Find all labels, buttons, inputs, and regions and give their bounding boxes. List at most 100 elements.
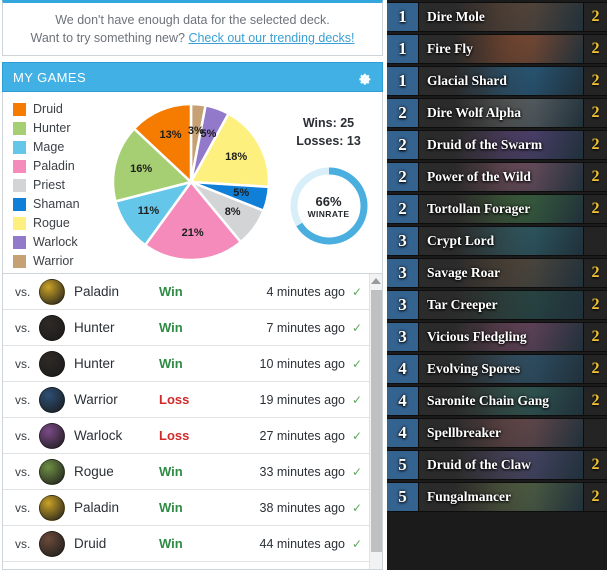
legend-item-warrior[interactable]: Warrior [13,252,107,270]
card-mana-cost: 2 [387,131,419,159]
card-mana-cost-value: 2 [398,167,407,186]
card-name-label: Tortollan Forager [427,201,531,216]
card-quantity: 2 [583,195,607,223]
game-row[interactable]: vs. Paladin Win 4 minutes ago ✓ [3,274,369,310]
card-mana-cost-value: 1 [398,71,407,90]
card-quantity-value: 2 [591,72,600,89]
card-mana-cost: 3 [387,323,419,351]
card-name-label: Fungalmancer [427,489,511,504]
deck-card-row[interactable]: 1 Glacial Shard 2 [387,66,607,96]
legend-item-druid[interactable]: Druid [13,100,107,118]
game-timestamp: 38 minutes ago [259,500,345,515]
deck-card-row[interactable]: 4 Evolving Spores 2 [387,354,607,384]
card-name-label: Glacial Shard [427,73,507,88]
legend-item-label: Paladin [33,159,75,173]
vs-label: vs. [15,464,31,479]
deck-card-row[interactable]: 5 Fungalmancer 2 [387,482,607,512]
deck-card-row[interactable]: 2 Druid of the Swarm 2 [387,130,607,160]
deck-card-row[interactable]: 1 Fire Fly 2 [387,34,607,64]
card-mana-cost: 2 [387,99,419,127]
deck-card-row[interactable]: 5 Druid of the Claw 2 [387,450,607,480]
deck-card-row[interactable]: 2 Power of the Wild 2 [387,162,607,192]
app-root: We don't have enough data for the select… [0,0,607,570]
deck-card-row[interactable]: 3 Tar Creeper 2 [387,290,607,320]
deck-card-row[interactable]: 3 Savage Roar 2 [387,258,607,288]
scrollbar-thumb[interactable] [371,290,382,552]
card-mana-cost: 5 [387,451,419,479]
card-mana-cost: 3 [387,291,419,319]
deck-card-row[interactable]: 4 Saronite Chain Gang 2 [387,386,607,416]
opponent-class-label: Paladin [74,500,120,515]
losses-label: Losses: 13 [296,134,361,148]
card-name-label: Tar Creeper [427,297,498,312]
card-name-label: Dire Mole [427,9,485,24]
scroll-up-arrow-icon[interactable] [371,278,381,284]
deck-card-row[interactable]: 2 Dire Wolf Alpha 2 [387,98,607,128]
card-quantity: 2 [583,355,607,383]
card-mana-cost: 2 [387,195,419,223]
card-quantity-value: 2 [591,456,600,473]
vs-label: vs. [15,428,31,443]
game-row[interactable]: vs. Hunter Win 10 minutes ago ✓ [3,346,369,382]
card-name-label: Dire Wolf Alpha [427,105,522,120]
card-mana-cost: 4 [387,419,419,447]
card-mana-cost: 5 [387,483,419,511]
legend-item-hunter[interactable]: Hunter [13,119,107,137]
legend-swatch-icon [13,235,26,249]
card-quantity-value: 2 [591,360,600,377]
game-row[interactable]: vs. Warlock Loss 27 minutes ago ✓ [3,418,369,454]
pie-label-shaman: 5% [233,187,250,200]
trending-decks-link[interactable]: Check out our trending decks! [188,31,354,45]
deck-card-row[interactable]: 3 Crypt Lord [387,226,607,256]
legend-item-label: Warrior [33,254,74,268]
game-timestamp: 19 minutes ago [259,392,345,407]
game-row[interactable]: vs. Warrior Loss 19 minutes ago ✓ [3,382,369,418]
deck-card-row[interactable]: 3 Vicious Fledgling 2 [387,322,607,352]
vs-label: vs. [15,356,31,371]
legend-item-mage[interactable]: Mage [13,138,107,156]
winrate-caption: WINRATE [307,208,350,219]
legend-item-priest[interactable]: Priest [13,176,107,194]
legend-swatch-icon [13,178,26,192]
game-row[interactable]: vs. Rogue Win 33 minutes ago ✓ [3,454,369,490]
legend-item-rogue[interactable]: Rogue [13,214,107,232]
legend-item-warlock[interactable]: Warlock [13,233,107,251]
card-quantity [583,227,607,255]
opponent-class-label: Warrior [74,392,118,407]
card-quantity-value: 2 [591,200,600,217]
game-result: Win [159,356,183,371]
opponent-class-label: Rogue [74,464,114,479]
game-result: Win [159,464,183,479]
legend-item-paladin[interactable]: Paladin [13,157,107,175]
card-mana-cost: 3 [387,227,419,255]
card-mana-cost: 4 [387,355,419,383]
gear-icon[interactable] [356,69,373,86]
card-mana-cost-value: 4 [398,423,407,442]
games-list: vs. Paladin Win 4 minutes ago ✓ vs. Hunter Win 7… [2,274,383,570]
card-name-label: Savage Roar [427,265,501,280]
games-scrollbar[interactable] [369,274,382,569]
card-quantity: 2 [583,99,607,127]
opponent-class-portrait [39,350,65,377]
card-quantity: 2 [583,131,607,159]
legend-item-shaman[interactable]: Shaman [13,195,107,213]
deck-card-row[interactable]: 2 Tortollan Forager 2 [387,194,607,224]
card-mana-cost-value: 2 [398,103,407,122]
game-row[interactable]: vs. Paladin Win 38 minutes ago ✓ [3,490,369,526]
opponent-class-portrait [39,314,65,341]
game-row[interactable]: vs. Hunter Win 7 minutes ago ✓ [3,310,369,346]
legend-item-label: Hunter [33,121,71,135]
game-row[interactable]: vs. Druid Win 44 minutes ago ✓ [3,526,369,562]
card-mana-cost-value: 3 [398,263,407,282]
legend-item-label: Shaman [33,197,80,211]
card-mana-cost: 3 [387,259,419,287]
card-mana-cost-value: 4 [398,359,407,378]
opponent-class-portrait [39,530,65,557]
deck-card-row[interactable]: 4 Spellbreaker [387,418,607,448]
game-result: Win [159,500,183,515]
card-quantity-value: 2 [591,8,600,25]
card-name-label: Power of the Wild [427,169,531,184]
class-distribution-pie: 3% 5% 18% 5% 8% 21% 11% 16% 13% [107,92,275,270]
check-icon: ✓ [351,356,363,371]
deck-card-row[interactable]: 1 Dire Mole 2 [387,2,607,32]
